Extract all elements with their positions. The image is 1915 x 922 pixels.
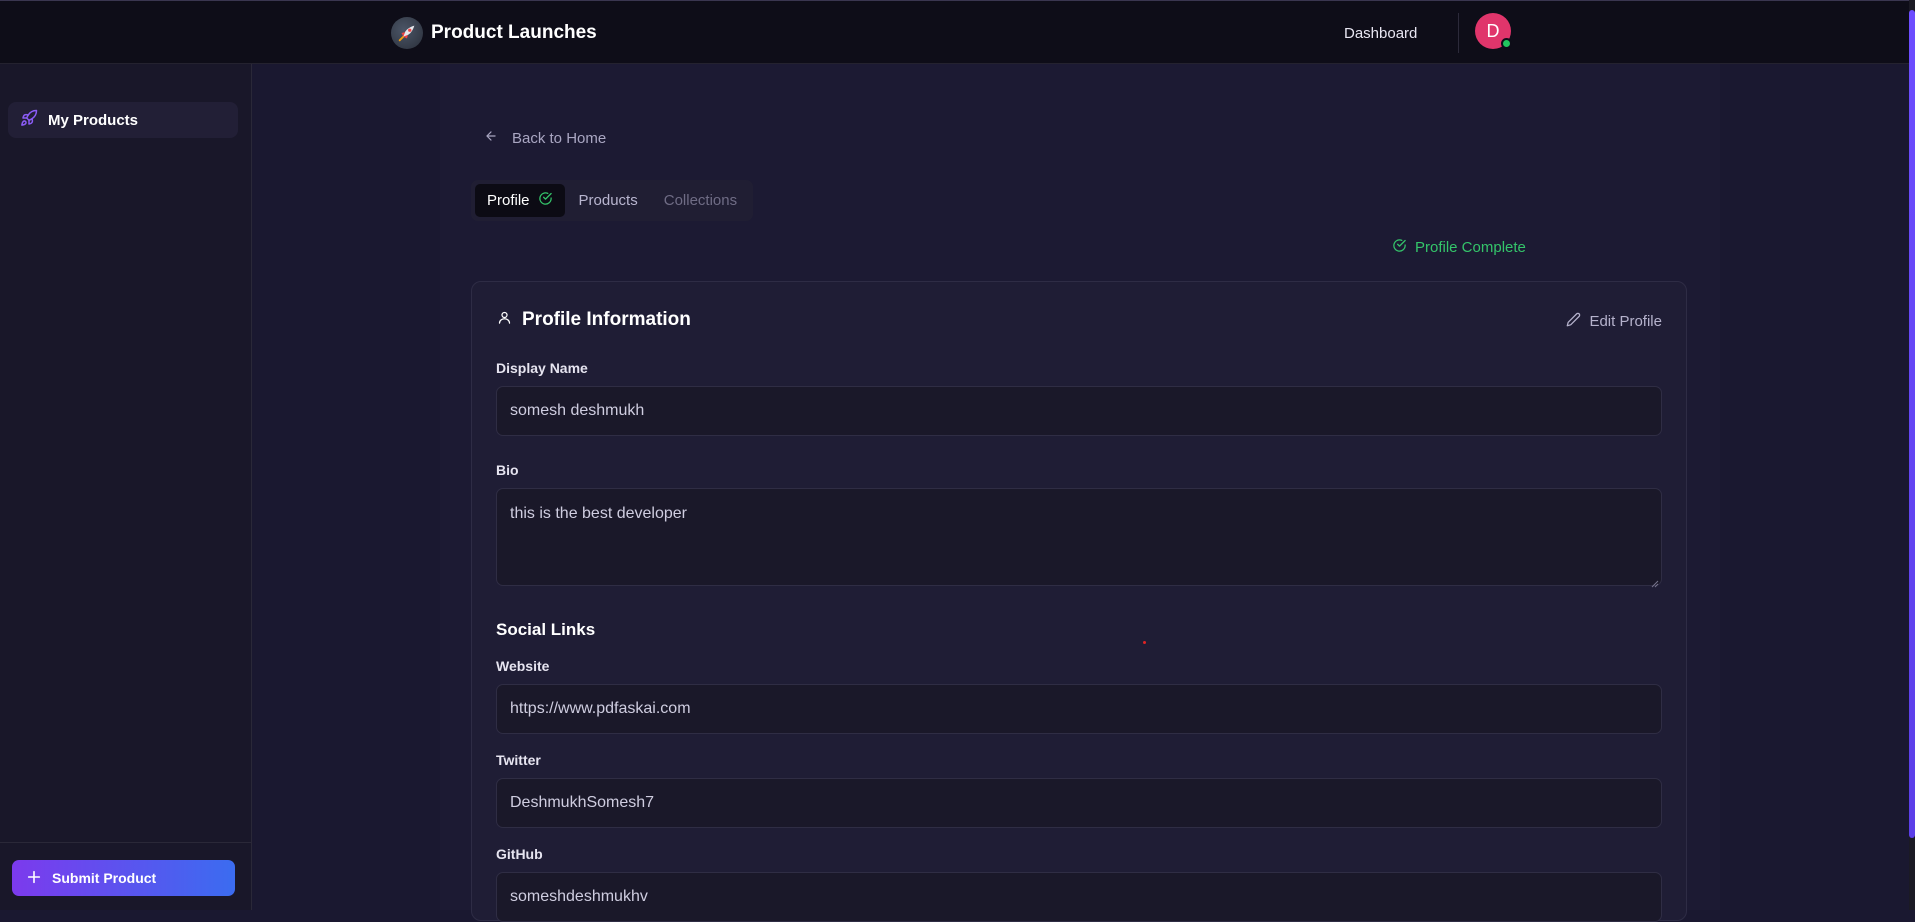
profile-tabs: Profile Products Collections [471,180,753,221]
brand-title: Product Launches [431,22,597,43]
display-name-label: Display Name [496,360,588,376]
brand[interactable]: Product Launches [391,17,597,49]
github-label: GitHub [496,846,543,862]
submit-product-label: Submit Product [52,870,157,886]
back-label: Back to Home [512,129,607,147]
sidebar-item-label: My Products [48,111,139,129]
display-name-value: somesh deshmukh [510,402,645,419]
github-field[interactable]: someshdeshmukhv [496,872,1662,922]
user-icon [497,310,512,330]
rocket-icon [20,109,38,132]
check-circle-icon [538,191,553,210]
tab-collections[interactable]: Collections [652,184,749,217]
resize-grip-icon[interactable] [1651,575,1659,588]
tab-products[interactable]: Products [567,184,650,217]
tab-profile[interactable]: Profile [475,184,565,217]
top-navbar: Product Launches Dashboard D [0,0,1909,64]
twitter-label: Twitter [496,752,541,768]
twitter-field[interactable]: DeshmukhSomesh7 [496,778,1662,828]
github-value: someshdeshmukhv [510,888,648,905]
twitter-value: DeshmukhSomesh7 [510,794,655,811]
bio-textarea[interactable]: this is the best developer [496,488,1662,588]
online-status-dot [1501,38,1512,49]
sidebar-divider [0,842,252,843]
bio-value: this is the best developer [510,505,687,522]
website-value: https://www.pdfaskai.com [510,700,691,717]
sidebar-item-my-products[interactable]: My Products [8,102,238,138]
check-circle-icon [1392,238,1407,257]
scrollbar-thumb[interactable] [1909,10,1915,838]
plus-icon [26,869,42,888]
cursor-dot [1143,641,1146,644]
avatar-initial: D [1486,20,1500,41]
bio-label: Bio [496,462,519,478]
status-label: Profile Complete [1415,239,1526,256]
edit-profile-label: Edit Profile [1589,313,1662,330]
profile-complete-status: Profile Complete [1392,238,1526,257]
pencil-icon [1566,312,1581,331]
arrow-left-icon [484,129,498,147]
website-field[interactable]: https://www.pdfaskai.com [496,684,1662,734]
tab-label: Profile [487,192,530,209]
tab-label: Collections [663,192,738,209]
back-to-home-link[interactable]: Back to Home [484,129,606,147]
submit-product-button[interactable]: Submit Product [12,860,235,896]
website-label: Website [496,658,550,674]
card-header: Profile Information [497,309,691,331]
nav-dashboard-link[interactable]: Dashboard [1344,25,1417,42]
display-name-field[interactable]: somesh deshmukh [496,386,1662,436]
tab-label: Products [578,192,638,209]
sidebar: My Products Submit Product [0,64,252,910]
profile-information-card: Profile Information Edit Profile Display… [471,281,1687,922]
edit-profile-button[interactable]: Edit Profile [1566,312,1662,331]
user-avatar[interactable]: D [1475,13,1512,49]
social-links-title: Social Links [496,620,596,639]
card-title: Profile Information [522,309,691,330]
rocket-logo-icon [391,17,423,49]
nav-divider [1458,13,1459,53]
